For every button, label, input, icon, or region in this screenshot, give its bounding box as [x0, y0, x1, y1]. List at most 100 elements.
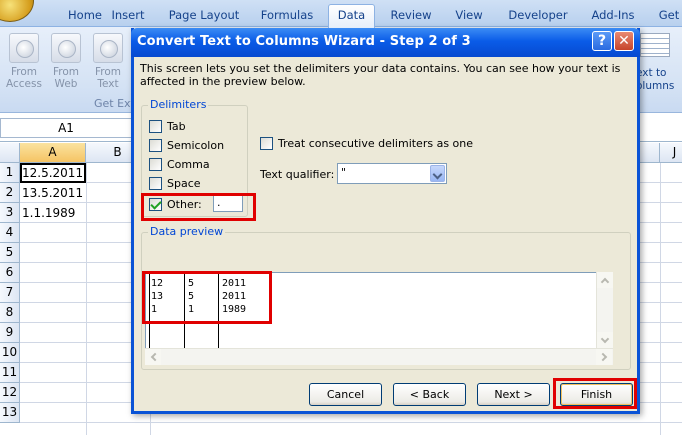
dialog-intro-text: This screen lets you set the delimiters … — [140, 62, 621, 88]
scroll-right-icon[interactable] — [596, 349, 612, 365]
chevron-down-icon[interactable] — [430, 165, 445, 182]
globe-icon — [51, 33, 81, 63]
tab-data[interactable]: Data — [328, 4, 375, 28]
preview-cell: 2011 — [222, 278, 247, 289]
tab-insert[interactable]: Insert — [102, 7, 154, 27]
name-box[interactable]: A1 — [0, 118, 132, 138]
space-checkbox-label: Space — [167, 177, 201, 190]
row-header-2[interactable]: 2 — [0, 183, 20, 203]
text-to-columns-dialog: Convert Text to Columns Wizard - Step 2 … — [131, 28, 640, 414]
cancel-button[interactable]: Cancel — [309, 383, 382, 406]
cell-a1[interactable]: 12.5.2011 — [20, 163, 86, 183]
other-checkbox[interactable] — [149, 198, 162, 211]
tab-developer[interactable]: Developer — [502, 7, 574, 27]
semicolon-checkbox-row[interactable]: Semicolon — [149, 139, 224, 153]
semicolon-checkbox-label: Semicolon — [167, 139, 225, 152]
from-web-button[interactable]: From Web — [46, 31, 86, 93]
preview-vertical-scrollbar[interactable] — [596, 272, 613, 349]
back-button[interactable]: < Back — [393, 383, 466, 406]
space-checkbox[interactable] — [149, 177, 162, 190]
gridline — [660, 163, 661, 435]
from-text-label-1: From — [94, 66, 121, 78]
row-header-9[interactable]: 9 — [0, 323, 20, 343]
close-button[interactable]: ✕ — [614, 31, 634, 51]
column-header-a[interactable]: A — [20, 143, 86, 163]
row-header-8[interactable]: 8 — [0, 303, 20, 323]
comma-checkbox-label: Comma — [167, 158, 210, 171]
row-header-11[interactable]: 11 — [0, 363, 20, 383]
text-to-columns-label-1: ext to — [636, 67, 667, 79]
cell-a2[interactable]: 13.5.2011 — [22, 183, 83, 203]
column-break-line[interactable] — [218, 273, 219, 351]
tab-get[interactable]: Get — [652, 7, 682, 27]
preview-cell: 1 — [188, 304, 195, 315]
comma-checkbox[interactable] — [149, 158, 162, 171]
row-header-4[interactable]: 4 — [0, 223, 20, 243]
cell-a3[interactable]: 1.1.1989 — [22, 203, 75, 223]
consecutive-checkbox[interactable] — [260, 137, 273, 150]
text-to-columns-icon[interactable] — [640, 33, 670, 57]
preview-cell: 12 — [151, 278, 164, 289]
next-button[interactable]: Next > — [477, 383, 550, 406]
column-header-j[interactable]: J — [660, 143, 682, 163]
help-button[interactable]: ? — [592, 31, 612, 51]
row-header-6[interactable]: 6 — [0, 263, 20, 283]
office-button[interactable] — [0, 0, 34, 22]
row-header-10[interactable]: 10 — [0, 343, 20, 363]
database-icon — [9, 33, 39, 63]
tab-checkbox-row[interactable]: Tab — [149, 120, 186, 134]
tab-add-ins[interactable]: Add-Ins — [582, 7, 644, 27]
consecutive-checkbox-label: Treat consecutive delimiters as one — [278, 137, 474, 150]
preview-cell: 1 — [151, 304, 158, 315]
row-header-12[interactable]: 12 — [0, 383, 20, 403]
scroll-down-icon[interactable] — [597, 332, 613, 348]
gridline — [20, 422, 682, 423]
row-header-13[interactable]: 13 — [0, 403, 20, 423]
text-qualifier-select[interactable]: " — [337, 163, 447, 184]
preview-cell: 5 — [188, 278, 195, 289]
tab-checkbox[interactable] — [149, 120, 162, 133]
text-file-icon — [93, 33, 123, 63]
from-web-label-2: Web — [54, 78, 78, 90]
consecutive-checkbox-row[interactable]: Treat consecutive delimiters as one — [260, 137, 473, 151]
preview-cell: 5 — [188, 291, 195, 302]
from-access-button[interactable]: From Access — [4, 31, 44, 93]
preview-cell: 13 — [151, 291, 164, 302]
delimiters-legend: Delimiters — [148, 98, 209, 111]
text-qualifier-label: Text qualifier: — [260, 168, 335, 181]
tab-page-layout[interactable]: Page Layout — [164, 7, 244, 27]
scroll-left-icon[interactable] — [145, 349, 161, 365]
row-header-3[interactable]: 3 — [0, 203, 20, 223]
text-to-columns-label[interactable]: ext to olumns — [636, 67, 674, 93]
from-web-label-1: From — [52, 66, 79, 78]
other-checkbox-label: Other: — [167, 198, 202, 211]
data-preview-legend: Data preview — [148, 225, 226, 238]
finish-button[interactable]: Finish — [560, 383, 633, 406]
select-all-corner[interactable] — [0, 143, 20, 163]
column-break-line[interactable] — [149, 273, 150, 351]
preview-horizontal-scrollbar[interactable] — [145, 348, 613, 365]
space-checkbox-row[interactable]: Space — [149, 177, 201, 191]
tab-view[interactable]: View — [446, 7, 492, 27]
other-checkbox-row[interactable]: Other: — [149, 198, 202, 212]
other-delimiter-input[interactable]: . — [213, 194, 243, 212]
from-text-label-2: Text — [97, 78, 119, 90]
text-qualifier-value: " — [341, 166, 347, 179]
group-label-get-external: Get Ext — [94, 97, 135, 110]
from-text-button[interactable]: From Text — [88, 31, 128, 93]
preview-cell: 2011 — [222, 291, 247, 302]
tab-review[interactable]: Review — [384, 7, 438, 27]
scroll-up-icon[interactable] — [597, 272, 613, 288]
ribbon-tab-bar: Home Insert Page Layout Formulas Data Re… — [0, 0, 682, 28]
comma-checkbox-row[interactable]: Comma — [149, 158, 210, 172]
from-access-label-1: From — [10, 66, 37, 78]
dialog-title: Convert Text to Columns Wizard - Step 2 … — [137, 34, 471, 49]
row-header-5[interactable]: 5 — [0, 243, 20, 263]
tab-formulas[interactable]: Formulas — [254, 7, 320, 27]
dialog-title-bar[interactable]: Convert Text to Columns Wizard - Step 2 … — [131, 28, 640, 57]
semicolon-checkbox[interactable] — [149, 139, 162, 152]
row-header-1[interactable]: 1 — [0, 163, 20, 183]
column-break-line[interactable] — [184, 273, 185, 351]
preview-cell: 1989 — [222, 304, 247, 315]
row-header-7[interactable]: 7 — [0, 283, 20, 303]
